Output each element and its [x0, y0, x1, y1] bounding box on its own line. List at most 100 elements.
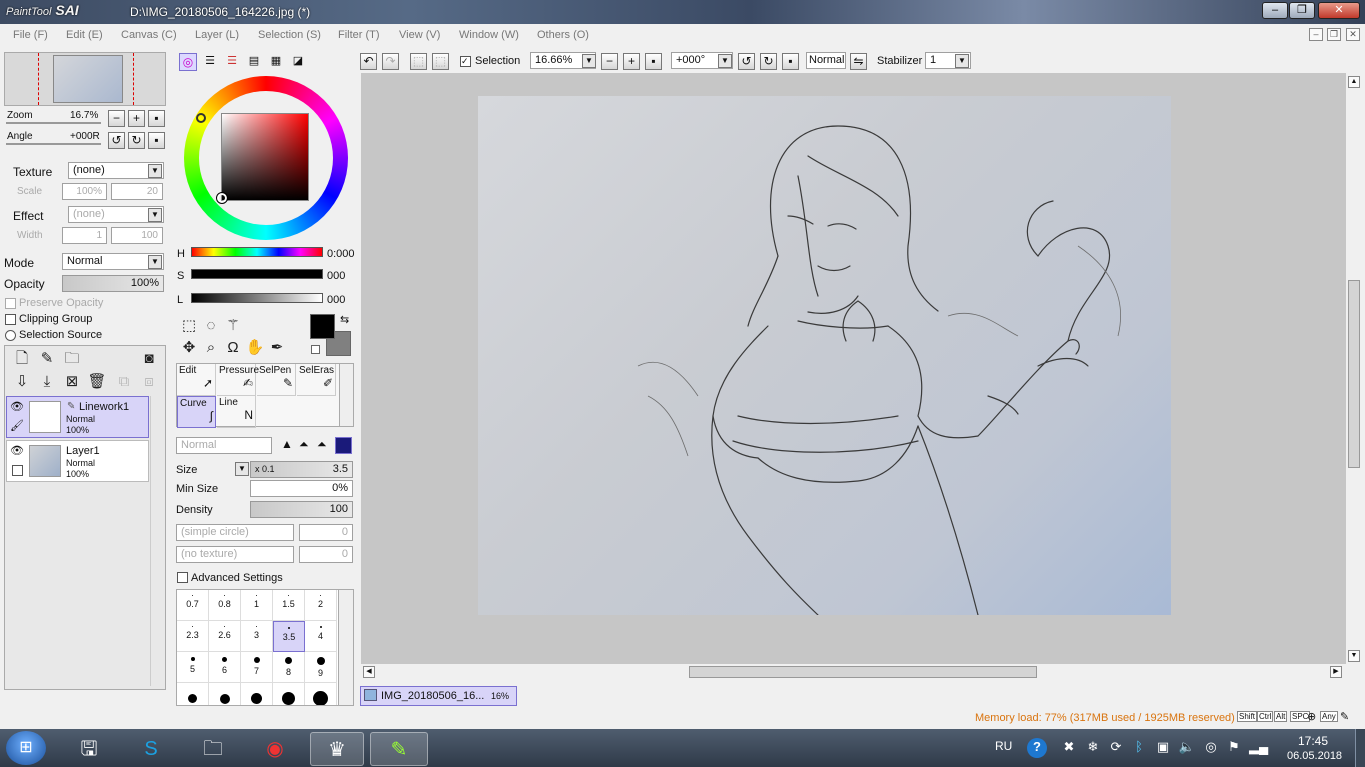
- chevron-down-icon[interactable]: ▼: [148, 255, 162, 269]
- hue-slider[interactable]: [191, 247, 323, 257]
- lasso-icon[interactable]: ◌: [201, 316, 221, 336]
- menu-view[interactable]: View (V): [399, 29, 440, 41]
- scroll-left-icon[interactable]: ◀: [363, 666, 375, 678]
- rotate-left-button[interactable]: ↺: [108, 132, 125, 149]
- vertical-scrollbar[interactable]: ▲ ▼: [1346, 73, 1363, 664]
- zoom-icon[interactable]: ⌕: [201, 338, 221, 358]
- mdi-close-button[interactable]: ✕: [1346, 28, 1360, 41]
- sync-icon[interactable]: ⟳: [1107, 738, 1125, 756]
- color-wheel-tab-icon[interactable]: ◎: [179, 53, 197, 71]
- brush-size-preset[interactable]: 0.8: [209, 590, 241, 621]
- scratchpad-tab-icon[interactable]: ◪: [289, 53, 307, 71]
- flag-icon[interactable]: ⚑: [1225, 738, 1243, 756]
- maximize-button[interactable]: ❐: [1289, 2, 1315, 19]
- brush-size-preset[interactable]: [305, 683, 337, 705]
- horizontal-scrollbar[interactable]: ◀ ▶: [361, 664, 1346, 681]
- clear-layer-icon[interactable]: ⊠: [62, 372, 82, 392]
- min-size-slider[interactable]: 0%: [250, 480, 353, 497]
- chevron-down-icon[interactable]: ▼: [148, 164, 162, 178]
- hue-marker[interactable]: [196, 113, 206, 123]
- horizontal-scroll-thumb[interactable]: [689, 666, 1037, 678]
- rotate-right-button[interactable]: ↻: [760, 53, 777, 70]
- brush-size-preset[interactable]: 2.3: [177, 621, 209, 652]
- edge-soft-icon[interactable]: ⏶: [317, 437, 327, 452]
- chevron-down-icon[interactable]: ▼: [582, 54, 596, 68]
- tool-selpen[interactable]: SelPen ✎: [257, 364, 296, 396]
- swap-colors-icon[interactable]: ⇆: [340, 313, 349, 326]
- snowflake-icon[interactable]: ❄: [1084, 738, 1102, 756]
- tool-line[interactable]: Line N: [217, 396, 256, 428]
- eye-icon[interactable]: 👁: [10, 400, 24, 413]
- scroll-down-icon[interactable]: ▼: [1348, 650, 1360, 662]
- scroll-right-icon[interactable]: ▶: [1330, 666, 1342, 678]
- rotate-reset-button[interactable]: ▪: [782, 53, 799, 70]
- brush-edge-selector[interactable]: ▲ ⏶ ⏶: [281, 437, 353, 454]
- swatches-tab-icon[interactable]: ▦: [267, 53, 285, 71]
- brush-size-preset[interactable]: [273, 683, 305, 705]
- clock-date[interactable]: 06.05.2018: [1287, 750, 1342, 762]
- clipping-group-checkbox[interactable]: [5, 314, 16, 325]
- brush-size-preset[interactable]: 8: [273, 652, 305, 683]
- brush-size-preset[interactable]: [241, 683, 273, 705]
- move-icon[interactable]: ✥: [179, 338, 199, 358]
- lock-checkbox[interactable]: [12, 465, 23, 476]
- vertical-scroll-thumb[interactable]: [1348, 280, 1360, 468]
- color-marker[interactable]: [216, 192, 228, 204]
- edge-hard-icon[interactable]: ▲: [281, 437, 293, 451]
- view-mode-select[interactable]: Normal: [806, 52, 846, 69]
- rotate-left-button[interactable]: ↺: [738, 53, 755, 70]
- chevron-down-icon[interactable]: ▼: [718, 54, 732, 68]
- zoom-reset-button[interactable]: ▪: [645, 53, 662, 70]
- tool-edit[interactable]: Edit ➚: [177, 364, 216, 396]
- hand-icon[interactable]: ✋: [245, 338, 265, 358]
- menu-window[interactable]: Window (W): [459, 29, 519, 41]
- brush-size-preset[interactable]: 7: [241, 652, 273, 683]
- magic-wand-icon[interactable]: ⚚: [223, 316, 243, 336]
- layer-mask-icon[interactable]: ◙: [139, 349, 159, 369]
- rotate-icon[interactable]: Ω: [223, 338, 243, 358]
- tool-scrollbar[interactable]: [339, 364, 353, 426]
- document-tab[interactable]: IMG_20180506_16... 16%: [360, 686, 517, 706]
- flip-horizontal-button[interactable]: ⇋: [850, 53, 867, 70]
- brush-size-preset[interactable]: 4: [305, 621, 337, 652]
- scroll-up-icon[interactable]: ▲: [1348, 76, 1360, 88]
- brush-size-preset[interactable]: 3: [241, 621, 273, 652]
- close-button[interactable]: ✕: [1318, 2, 1360, 19]
- antivirus-icon[interactable]: ✖: [1060, 738, 1078, 756]
- rect-select-icon[interactable]: ⬚: [179, 316, 199, 336]
- selection-source-radio[interactable]: [5, 330, 16, 341]
- brush-size-preset[interactable]: 9: [305, 652, 337, 683]
- tool-curve[interactable]: Curve ∫: [177, 396, 216, 428]
- rotate-reset-button[interactable]: ▪: [148, 132, 165, 149]
- tool-seleras[interactable]: SelEras ✐: [297, 364, 336, 396]
- new-folder-icon[interactable]: 🗀: [62, 349, 82, 369]
- chevron-down-icon[interactable]: ▼: [955, 54, 969, 68]
- undo-button[interactable]: ↶: [360, 53, 377, 70]
- saturation-value-square[interactable]: [221, 113, 309, 201]
- merge-down-icon[interactable]: ⤓: [37, 372, 57, 392]
- menu-canvas[interactable]: Canvas (C): [121, 29, 177, 41]
- chrome-app-icon[interactable]: ◉: [253, 732, 297, 766]
- tool-pressure[interactable]: Pressure ✍: [217, 364, 259, 396]
- navigator-preview[interactable]: [4, 52, 166, 106]
- bluetooth-icon[interactable]: ᛒ: [1130, 738, 1148, 756]
- brush-size-preset[interactable]: 2.6: [209, 621, 241, 652]
- zoom-out-button[interactable]: −: [108, 110, 125, 127]
- preserve-opacity-checkbox[interactable]: [5, 298, 16, 309]
- edge-medium-icon[interactable]: ⏶: [299, 437, 309, 452]
- invert-selection-button[interactable]: ⬚: [432, 53, 449, 70]
- game-app-icon[interactable]: ♛: [310, 732, 364, 766]
- trash-icon[interactable]: 🗑: [87, 372, 107, 392]
- rotate-right-button[interactable]: ↻: [128, 132, 145, 149]
- skype-app-icon[interactable]: S: [129, 732, 173, 766]
- zoom-reset-button[interactable]: ▪: [148, 110, 165, 127]
- eyedropper-icon[interactable]: ✒: [267, 338, 287, 358]
- brush-size-preset[interactable]: 5: [177, 652, 209, 683]
- layer-item[interactable]: 👁 🖌 ✎ Linework1 Normal 100%: [6, 396, 149, 438]
- redo-button[interactable]: ↷: [382, 53, 399, 70]
- show-desktop-button[interactable]: [1355, 729, 1365, 767]
- angle-slider[interactable]: [6, 143, 101, 145]
- transfer-down-icon[interactable]: ⇩: [12, 372, 32, 392]
- brush-size-preset[interactable]: 1: [241, 590, 273, 621]
- menu-filter[interactable]: Filter (T): [338, 29, 380, 41]
